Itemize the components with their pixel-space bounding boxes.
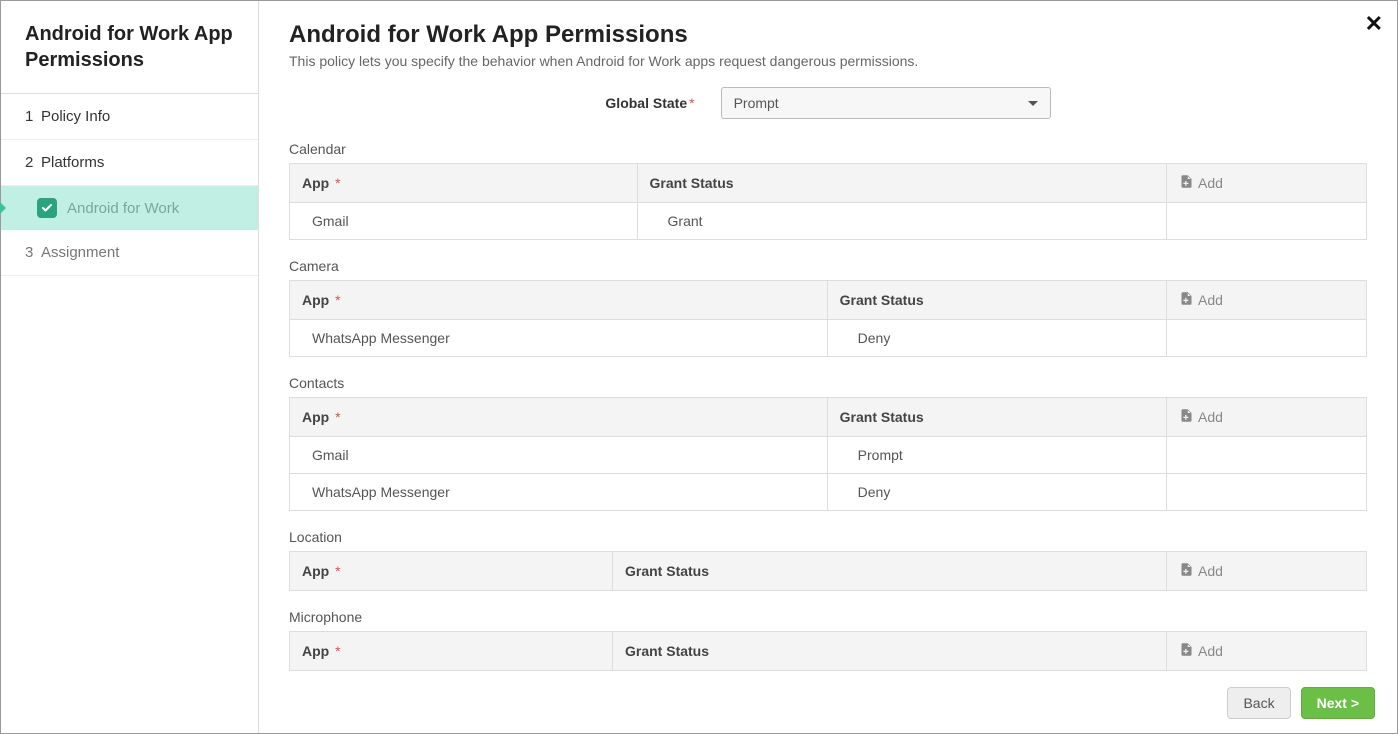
col-header-app: App * xyxy=(290,164,638,203)
main-content: Android for Work App Permissions This po… xyxy=(259,1,1397,677)
nav-subitem-android-for-work[interactable]: Android for Work xyxy=(1,186,258,230)
col-header-app: App * xyxy=(290,552,613,591)
add-icon xyxy=(1179,562,1194,580)
global-state-value: Prompt xyxy=(734,95,779,111)
page-description: This policy lets you specify the behavio… xyxy=(289,53,1367,69)
nav-num: 2 xyxy=(25,154,41,171)
global-state-label: Global State* xyxy=(605,95,694,111)
col-header-status: Grant Status xyxy=(827,398,1166,437)
add-label: Add xyxy=(1198,409,1223,425)
nav-sub-label: Android for Work xyxy=(67,200,179,217)
cell-status: Prompt xyxy=(827,437,1166,474)
col-header-status: Grant Status xyxy=(637,164,1166,203)
section-title: Calendar xyxy=(289,141,1367,157)
add-button[interactable]: Add xyxy=(1179,408,1223,426)
footer: Back Next > xyxy=(259,677,1397,733)
table-row[interactable]: GmailGrant xyxy=(290,203,1367,240)
col-header-app: App * xyxy=(290,632,613,671)
cell-status: Deny xyxy=(827,474,1166,511)
add-label: Add xyxy=(1198,563,1223,579)
cell-status: Grant xyxy=(637,203,1166,240)
close-icon[interactable]: ✕ xyxy=(1365,11,1383,37)
global-state-select[interactable]: Prompt xyxy=(721,87,1051,119)
cell-actions xyxy=(1167,437,1367,474)
col-header-app: App * xyxy=(290,398,828,437)
chevron-down-icon xyxy=(1028,101,1038,106)
col-header-add: Add xyxy=(1167,398,1367,437)
page-title: Android for Work App Permissions xyxy=(289,21,1367,49)
col-header-status: Grant Status xyxy=(613,552,1167,591)
add-button[interactable]: Add xyxy=(1179,562,1223,580)
cell-actions xyxy=(1167,474,1367,511)
cell-actions xyxy=(1167,320,1367,357)
table-row[interactable]: WhatsApp MessengerDeny xyxy=(290,320,1367,357)
back-button[interactable]: Back xyxy=(1227,687,1290,719)
sidebar: Android for Work App Permissions 1 Polic… xyxy=(1,1,259,733)
col-header-app: App * xyxy=(290,281,828,320)
col-header-add: Add xyxy=(1167,632,1367,671)
add-label: Add xyxy=(1198,643,1223,659)
permissions-table: App *Grant Status Add GmailPromptWhatsApp … xyxy=(289,397,1367,511)
add-icon xyxy=(1179,642,1194,660)
permissions-table: App *Grant Status Add xyxy=(289,631,1367,671)
col-header-add: Add xyxy=(1167,552,1367,591)
nav-label: Platforms xyxy=(41,154,104,171)
nav-num: 1 xyxy=(25,108,41,125)
section-title: Camera xyxy=(289,258,1367,274)
permissions-table: App *Grant Status Add xyxy=(289,551,1367,591)
add-icon xyxy=(1179,291,1194,309)
sidebar-title: Android for Work App Permissions xyxy=(1,1,258,94)
add-button[interactable]: Add xyxy=(1179,174,1223,192)
section-title: Contacts xyxy=(289,375,1367,391)
col-header-add: Add xyxy=(1167,281,1367,320)
col-header-status: Grant Status xyxy=(613,632,1167,671)
section-title: Location xyxy=(289,529,1367,545)
cell-actions xyxy=(1167,203,1367,240)
nav-label: Policy Info xyxy=(41,108,110,125)
cell-app: WhatsApp Messenger xyxy=(290,320,828,357)
cell-status: Deny xyxy=(827,320,1166,357)
add-label: Add xyxy=(1198,292,1223,308)
cell-app: WhatsApp Messenger xyxy=(290,474,828,511)
nav-item-platforms[interactable]: 2 Platforms xyxy=(1,140,258,186)
cell-app: Gmail xyxy=(290,437,828,474)
add-button[interactable]: Add xyxy=(1179,291,1223,309)
nav-item-policy-info[interactable]: 1 Policy Info xyxy=(1,94,258,140)
add-label: Add xyxy=(1198,175,1223,191)
add-icon xyxy=(1179,408,1194,426)
cell-app: Gmail xyxy=(290,203,638,240)
permissions-table: App *Grant Status Add WhatsApp MessengerDe… xyxy=(289,280,1367,357)
check-icon xyxy=(37,198,57,218)
col-header-status: Grant Status xyxy=(827,281,1166,320)
next-button[interactable]: Next > xyxy=(1301,687,1375,719)
add-button[interactable]: Add xyxy=(1179,642,1223,660)
table-row[interactable]: GmailPrompt xyxy=(290,437,1367,474)
add-icon xyxy=(1179,174,1194,192)
permissions-table: App *Grant Status Add GmailGrant xyxy=(289,163,1367,240)
table-row[interactable]: WhatsApp MessengerDeny xyxy=(290,474,1367,511)
col-header-add: Add xyxy=(1167,164,1367,203)
nav-item-assignment[interactable]: 3 Assignment xyxy=(1,230,258,276)
nav-label: Assignment xyxy=(41,244,119,261)
section-title: Microphone xyxy=(289,609,1367,625)
nav-num: 3 xyxy=(25,244,41,261)
